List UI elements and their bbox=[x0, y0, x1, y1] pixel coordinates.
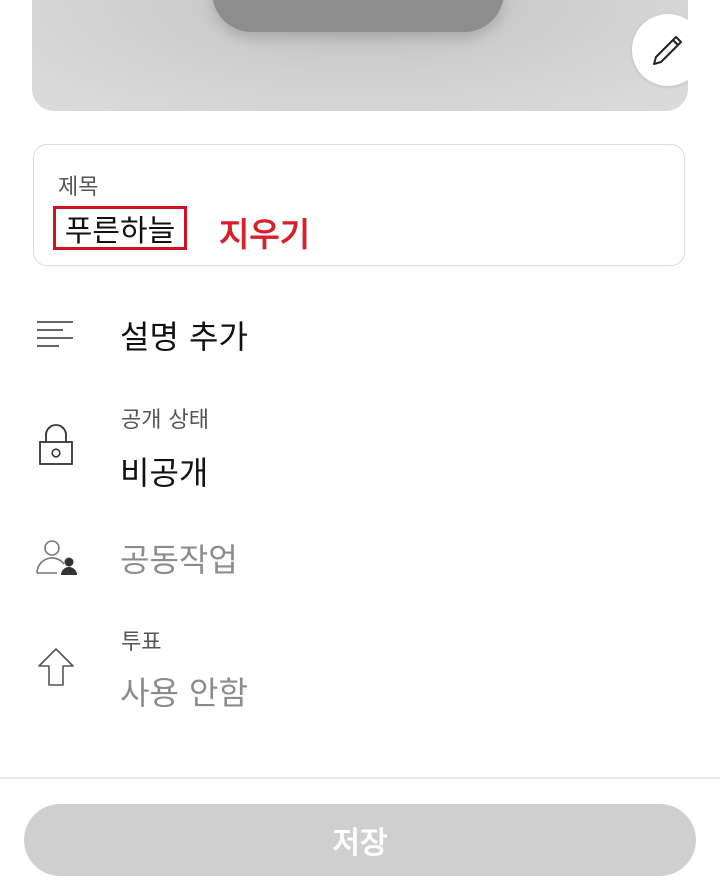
vote-value: 사용 안함 bbox=[120, 674, 248, 712]
add-description-label: 설명 추가 bbox=[120, 318, 248, 356]
add-description-row[interactable]: 설명 추가 bbox=[0, 300, 720, 370]
playlist-thumbnail bbox=[32, 0, 688, 111]
visibility-label: 공개 상태 bbox=[121, 408, 209, 433]
text-lines-icon bbox=[37, 321, 73, 347]
pencil-icon bbox=[653, 36, 682, 65]
edit-thumbnail-button[interactable] bbox=[632, 14, 688, 86]
vote-label: 투표 bbox=[121, 630, 162, 655]
divider bbox=[0, 777, 720, 779]
lock-icon bbox=[39, 424, 73, 465]
visibility-value: 비공개 bbox=[120, 454, 209, 492]
clear-title-button[interactable]: 지우기 bbox=[219, 208, 310, 256]
collaboration-row[interactable]: 공동작업 bbox=[0, 525, 720, 595]
vote-row[interactable]: 투표 사용 안함 bbox=[0, 620, 720, 720]
save-button[interactable]: 저장 bbox=[24, 804, 696, 876]
title-label: 제목 bbox=[58, 175, 99, 200]
upvote-arrow-icon bbox=[38, 648, 74, 686]
title-value-text: 푸른하늘 bbox=[64, 214, 176, 249]
title-input-value[interactable]: 푸른하늘 bbox=[53, 206, 187, 250]
thumbnail-image-shape bbox=[212, 0, 504, 32]
visibility-row[interactable]: 공개 상태 비공개 bbox=[0, 396, 720, 496]
collaboration-label: 공동작업 bbox=[120, 541, 238, 579]
title-field[interactable]: 제목 푸른하늘 지우기 bbox=[33, 144, 685, 266]
add-person-icon bbox=[36, 540, 77, 575]
